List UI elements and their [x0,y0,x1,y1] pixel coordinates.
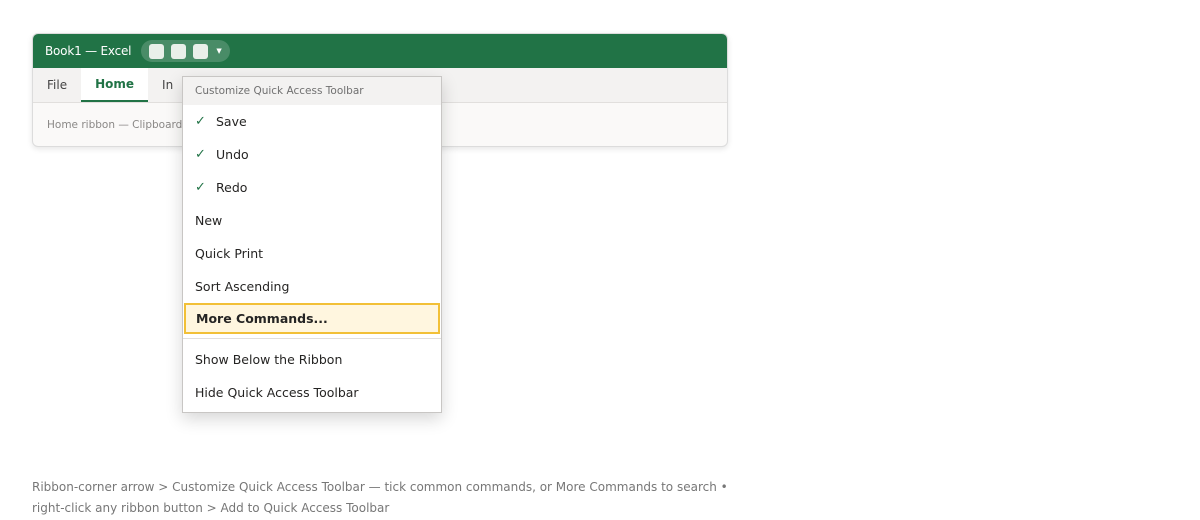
menu-item-show-below-ribbon[interactable]: Show Below the Ribbon [183,343,441,376]
menu-item-label: Sort Ascending [195,279,290,294]
menu-item-hide-qat[interactable]: Hide Quick Access Toolbar [183,376,441,409]
caption-line-1: Ribbon-corner arrow > Customize Quick Ac… [32,480,728,494]
menu-item-quick-print[interactable]: Quick Print [183,237,441,270]
window-title: Book1 — Excel [45,44,132,58]
menu-item-save[interactable]: ✓ Save [183,105,441,138]
menu-item-label: New [195,213,223,228]
title-bar: Book1 — Excel ▼ [33,34,727,68]
menu-item-more-commands[interactable]: More Commands... [184,303,440,334]
menu-item-new[interactable]: New [183,204,441,237]
check-icon: ✓ [195,147,206,162]
menu-item-label: More Commands... [196,311,328,326]
tab-home[interactable]: Home [81,68,149,102]
check-icon: ✓ [195,180,206,195]
menu-separator [183,338,441,339]
menu-item-redo[interactable]: ✓ Redo [183,171,441,204]
check-icon: ✓ [195,114,206,129]
menu-item-sort-ascending[interactable]: Sort Ascending [183,270,441,303]
menu-item-label: Save [216,114,247,129]
menu-item-label: Quick Print [195,246,264,261]
menu-header: Customize Quick Access Toolbar [183,77,441,105]
qat-save-button[interactable] [149,43,165,59]
qat-customize-dropdown-icon[interactable]: ▼ [216,47,221,55]
menu-item-label: Redo [216,180,248,195]
menu-item-label: Undo [216,147,249,162]
menu-item-undo[interactable]: ✓ Undo [183,138,441,171]
ribbon-description: Home ribbon — Clipboard • [47,119,192,131]
qat-undo-button[interactable] [171,43,187,59]
instructions-caption: Ribbon-corner arrow > Customize Quick Ac… [32,477,732,519]
quick-access-toolbar: ▼ [141,40,230,62]
caption-line-2: right-click any ribbon button > Add to Q… [32,501,390,515]
tab-file[interactable]: File [33,68,81,102]
customize-qat-menu: Customize Quick Access Toolbar ✓ Save ✓ … [182,76,442,413]
qat-redo-button[interactable] [193,43,209,59]
menu-item-label: Hide Quick Access Toolbar [195,385,359,400]
menu-item-label: Show Below the Ribbon [195,352,343,367]
